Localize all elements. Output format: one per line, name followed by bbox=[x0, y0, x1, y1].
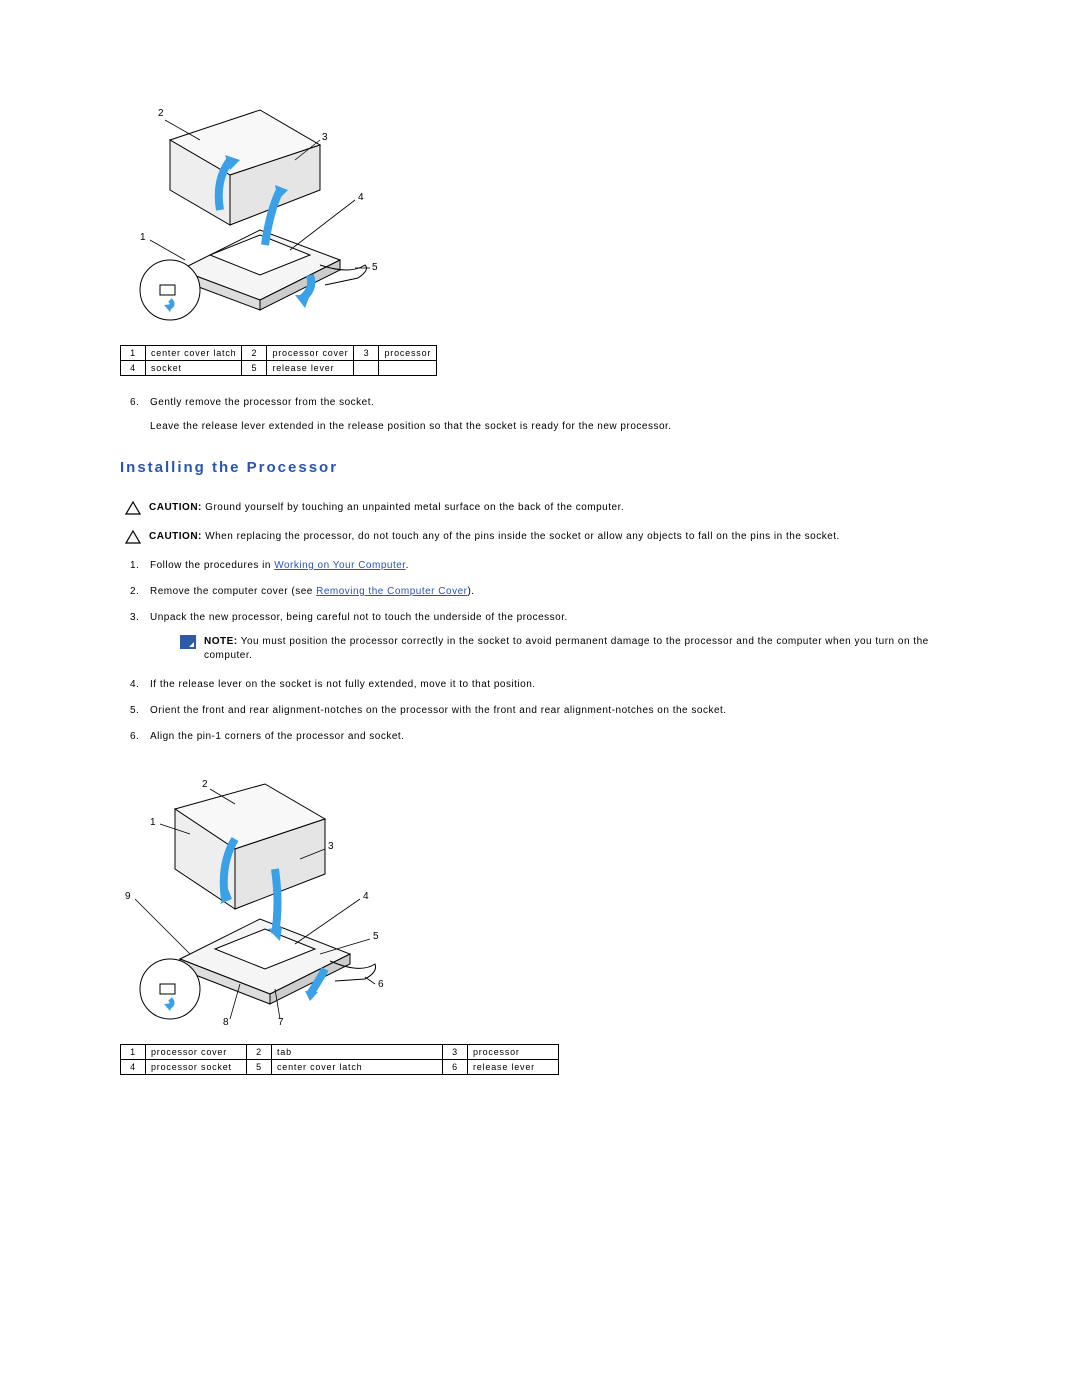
install-step-6: 6. Align the pin-1 corners of the proces… bbox=[130, 730, 960, 744]
fig2-label-6: 6 bbox=[378, 979, 384, 990]
fig1-label-1: 1 bbox=[140, 232, 146, 243]
figure2-callout-table: 1processor cover 2tab 3processor 4proces… bbox=[120, 1044, 559, 1075]
caution-ground: CAUTION: Ground yourself by touching an … bbox=[120, 501, 960, 515]
fig2-label-1: 1 bbox=[150, 817, 156, 828]
figure1-callout-table: 1center cover latch 2processor cover 3pr… bbox=[120, 345, 437, 376]
removal-step-6: 6. Gently remove the processor from the … bbox=[130, 396, 960, 434]
processor-install-diagram: 1 2 3 4 5 6 7 8 9 bbox=[120, 769, 380, 1029]
link-working-on-computer[interactable]: Working on Your Computer bbox=[274, 560, 405, 571]
fig2-label-4: 4 bbox=[363, 891, 369, 902]
install-step-4: 4. If the release lever on the socket is… bbox=[130, 678, 960, 692]
fig2-label-3: 3 bbox=[328, 841, 334, 852]
fig2-label-2: 2 bbox=[202, 779, 208, 790]
link-removing-cover[interactable]: Removing the Computer Cover bbox=[316, 586, 467, 597]
fig1-label-5: 5 bbox=[372, 262, 378, 273]
fig1-label-3: 3 bbox=[322, 132, 328, 143]
fig2-label-7: 7 bbox=[278, 1017, 284, 1028]
install-step-1: 1. Follow the procedures in Working on Y… bbox=[130, 559, 960, 573]
processor-removal-diagram: 1 2 3 4 5 bbox=[120, 90, 380, 330]
install-step-3: 3. Unpack the new processor, being caref… bbox=[130, 611, 960, 663]
fig1-label-2: 2 bbox=[158, 108, 164, 119]
fig1-label-4: 4 bbox=[358, 192, 364, 203]
section-heading-installing: Installing the Processor bbox=[120, 459, 960, 476]
fig2-label-5: 5 bbox=[373, 931, 379, 942]
note-position-processor: NOTE: You must position the processor co… bbox=[175, 635, 960, 663]
install-step-2: 2. Remove the computer cover (see Removi… bbox=[130, 585, 960, 599]
note-icon bbox=[180, 635, 196, 649]
caution-triangle-icon bbox=[125, 501, 141, 515]
caution-pins: CAUTION: When replacing the processor, d… bbox=[120, 530, 960, 544]
fig2-label-9: 9 bbox=[125, 891, 131, 902]
removal-step-list: 6. Gently remove the processor from the … bbox=[120, 396, 960, 434]
install-step-5: 5. Orient the front and rear alignment-n… bbox=[130, 704, 960, 718]
caution-triangle-icon bbox=[125, 530, 141, 544]
install-step-list: 1. Follow the procedures in Working on Y… bbox=[120, 559, 960, 744]
fig2-label-8: 8 bbox=[223, 1017, 229, 1028]
